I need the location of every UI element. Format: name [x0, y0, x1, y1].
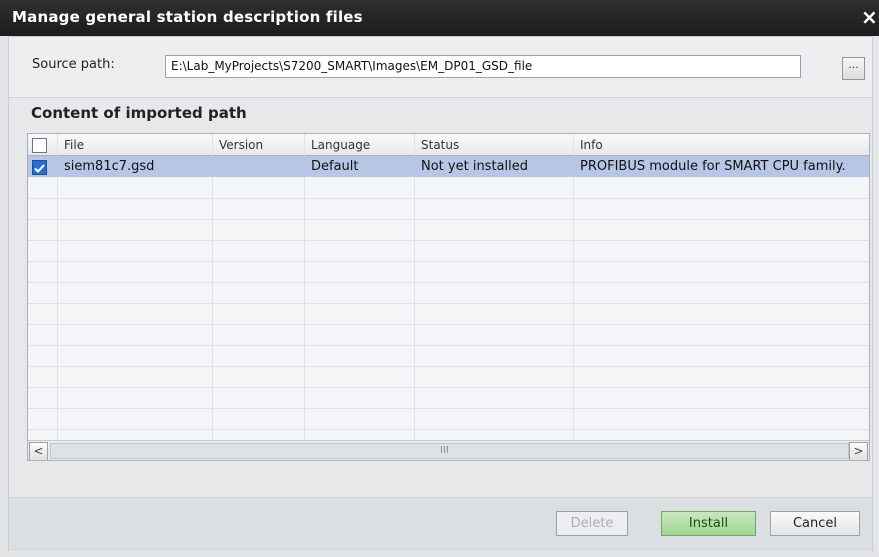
- source-path-row: Source path: E:\Lab_MyProjects\S7200_SMA…: [9, 37, 872, 98]
- empty-row: [28, 408, 869, 430]
- table-row[interactable]: siem81c7.gsd Default Not yet installed P…: [28, 156, 869, 177]
- delete-button[interactable]: Delete: [556, 511, 628, 536]
- close-icon[interactable]: ×: [861, 4, 879, 30]
- empty-row: [28, 303, 869, 325]
- empty-row: [28, 345, 869, 367]
- column-header-info[interactable]: Info: [574, 134, 869, 156]
- empty-row: [28, 261, 869, 283]
- cell-status: Not yet installed: [421, 159, 528, 174]
- select-all-checkbox[interactable]: [32, 138, 47, 153]
- content-heading: Content of imported path: [31, 104, 247, 122]
- dialog-title: Manage general station description files: [12, 8, 363, 26]
- browse-button[interactable]: ...: [842, 57, 865, 80]
- empty-row: [28, 387, 869, 409]
- empty-row: [28, 240, 869, 262]
- check-icon: [34, 164, 45, 173]
- cell-version: [213, 156, 305, 177]
- empty-row: [28, 198, 869, 220]
- cancel-button[interactable]: Cancel: [770, 511, 860, 536]
- install-button[interactable]: Install: [661, 511, 756, 536]
- scroll-thumb[interactable]: III: [50, 443, 849, 459]
- title-bar: Manage general station description files…: [0, 0, 879, 36]
- source-path-field[interactable]: E:\Lab_MyProjects\S7200_SMART\Images\EM_…: [165, 55, 801, 78]
- scroll-right-button[interactable]: >: [849, 442, 868, 460]
- manage-gsd-dialog: Manage general station description files…: [0, 0, 879, 557]
- header-select-all-cell: [28, 134, 58, 156]
- cell-language: Default: [311, 159, 359, 174]
- scroll-grip-icon: III: [440, 445, 449, 456]
- column-header-file[interactable]: File: [58, 134, 213, 156]
- source-path-label: Source path:: [32, 57, 115, 72]
- row-select-cell: [28, 156, 58, 177]
- horizontal-scrollbar[interactable]: < III >: [28, 440, 869, 460]
- scroll-left-button[interactable]: <: [29, 442, 48, 460]
- column-header-version[interactable]: Version: [213, 134, 305, 156]
- cell-info: PROFIBUS module for SMART CPU family.: [580, 159, 846, 174]
- dialog-content: Source path: E:\Lab_MyProjects\S7200_SMA…: [8, 36, 873, 551]
- column-header-language[interactable]: Language: [305, 134, 415, 156]
- column-header-status[interactable]: Status: [415, 134, 574, 156]
- button-bar: Delete Install Cancel: [9, 497, 872, 551]
- empty-row: [28, 219, 869, 241]
- empty-row: [28, 177, 869, 199]
- empty-row: [28, 366, 869, 388]
- cell-file: siem81c7.gsd: [64, 159, 155, 174]
- empty-row: [28, 324, 869, 346]
- empty-row: [28, 282, 869, 304]
- gsd-table: File Version Language Status Info siem81…: [27, 133, 870, 461]
- row-checkbox[interactable]: [32, 160, 47, 175]
